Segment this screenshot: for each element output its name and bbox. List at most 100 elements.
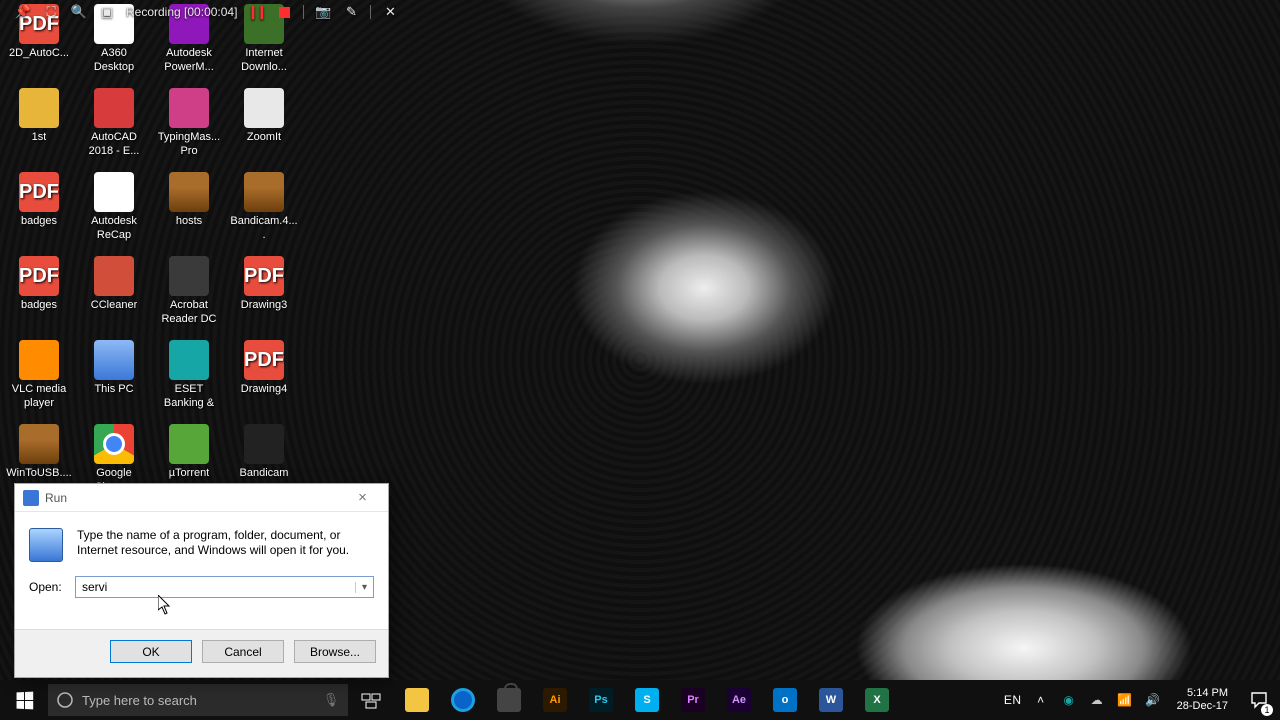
rar-icon [244, 172, 284, 212]
mic-icon[interactable]: 🎙 [314, 684, 348, 716]
skype-icon: S [635, 688, 659, 712]
app-icon [169, 256, 209, 296]
pin-icon[interactable]: 📌 [14, 3, 32, 21]
tray-overflow-icon[interactable]: ˄ [1029, 680, 1053, 720]
desktop-icon[interactable]: TypingMas... Pro [154, 84, 224, 168]
desktop-icon[interactable]: badges [4, 252, 74, 336]
folder-icon [405, 688, 429, 712]
recorder-toolbar: 📌 ⛶ 🔍 ▣ Recording [00:00:04] ❙❙ 📷 ✎ ✕ [14, 2, 399, 22]
desktop-icon-label: This PC [94, 382, 133, 396]
taskbar-skype[interactable]: S [624, 680, 670, 720]
desktop-icon-label: Drawing4 [241, 382, 287, 396]
premiere-icon: Pr [681, 688, 705, 712]
desktop-icon-label: ZoomIt [247, 130, 281, 144]
taskbar-premiere[interactable]: Pr [670, 680, 716, 720]
app-icon [244, 88, 284, 128]
pause-button[interactable]: ❙❙ [247, 3, 265, 21]
desktop-icon[interactable]: ZoomIt [229, 84, 299, 168]
app-icon [244, 424, 284, 464]
desktop-icon-label: µTorrent [169, 466, 210, 480]
desktop-icon-label: 1st [32, 130, 47, 144]
desktop-icon[interactable]: ESET Banking & Payment... [154, 336, 224, 420]
app-icon [169, 424, 209, 464]
desktop-icon[interactable]: Autodesk ReCap [79, 168, 149, 252]
taskbar-store[interactable] [486, 680, 532, 720]
onedrive-tray-icon[interactable]: ☁ [1085, 680, 1109, 720]
eset-tray-icon[interactable]: ◉ [1057, 680, 1081, 720]
system-tray: EN ˄ ◉ ☁ 📶 🔊 5:14 PM 28-Dec-17 1 [1001, 680, 1280, 720]
app-icon [169, 88, 209, 128]
open-input[interactable] [76, 580, 355, 594]
language-indicator[interactable]: EN [1001, 680, 1025, 720]
ok-button[interactable]: OK [110, 640, 192, 663]
desktop-icon-label: VLC media player [5, 382, 73, 410]
pdf-icon [19, 172, 59, 212]
desktop-icon[interactable]: VLC media player [4, 336, 74, 420]
taskbar-illustrator[interactable]: Ai [532, 680, 578, 720]
outlook-icon: o [773, 688, 797, 712]
open-combobox[interactable]: ▾ [75, 576, 374, 598]
divider [370, 5, 371, 19]
taskbar-photoshop[interactable]: Ps [578, 680, 624, 720]
close-button[interactable]: × [345, 484, 380, 511]
desktop-icon-label: Autodesk ReCap [80, 214, 148, 242]
search-icon[interactable]: 🔍 [70, 3, 88, 21]
desktop-icon[interactable]: badges [4, 168, 74, 252]
fullscreen-icon[interactable]: ⛶ [42, 3, 60, 21]
crop-icon[interactable]: ▣ [98, 3, 116, 21]
desktop-icon[interactable]: hosts [154, 168, 224, 252]
draw-icon[interactable]: ✎ [342, 3, 360, 21]
run-titlebar[interactable]: Run × [15, 484, 388, 512]
desktop-icon[interactable]: 1st [4, 84, 74, 168]
open-label: Open: [29, 580, 65, 594]
run-body-icon [29, 528, 63, 562]
cancel-button[interactable]: Cancel [202, 640, 284, 663]
desktop-icon-label: Internet Downlo... [230, 46, 298, 74]
desktop-icon-label: Acrobat Reader DC [155, 298, 223, 326]
taskbar-word[interactable]: W [808, 680, 854, 720]
taskbar-excel[interactable]: X [854, 680, 900, 720]
desktop-icon-label: Bandicam [240, 466, 289, 480]
taskbar-edge[interactable] [440, 680, 486, 720]
desktop-icon-label: CCleaner [91, 298, 137, 312]
app-icon [94, 172, 134, 212]
desktop-icon[interactable]: CCleaner [79, 252, 149, 336]
recorder-label: Recording [00:00:04] [126, 5, 237, 19]
run-icon [23, 490, 39, 506]
volume-tray-icon[interactable]: 🔊 [1141, 680, 1165, 720]
network-tray-icon[interactable]: 📶 [1113, 680, 1137, 720]
action-center-icon[interactable]: 1 [1240, 680, 1278, 720]
desktop-icon-label: WinToUSB.... [6, 466, 71, 480]
divider [303, 5, 304, 19]
rar-icon [169, 172, 209, 212]
desktop-icon-label: A360 Desktop [80, 46, 148, 74]
taskbar-task-view[interactable] [348, 680, 394, 720]
desktop-icon-label: Autodesk PowerM... [155, 46, 223, 74]
chevron-down-icon[interactable]: ▾ [355, 582, 373, 593]
desktop-icon[interactable]: This PC [79, 336, 149, 420]
pdf-icon [244, 256, 284, 296]
clock[interactable]: 5:14 PM 28-Dec-17 [1169, 687, 1236, 713]
browse-button[interactable]: Browse... [294, 640, 376, 663]
taskbar-file-explorer[interactable] [394, 680, 440, 720]
desktop-icon[interactable]: AutoCAD 2018 - E... [79, 84, 149, 168]
desktop-icon[interactable]: Drawing4 [229, 336, 299, 420]
rar-icon [19, 424, 59, 464]
close-recorder-icon[interactable]: ✕ [381, 3, 399, 21]
after-effects-icon: Ae [727, 688, 751, 712]
search-box[interactable]: Type here to search 🎙 [48, 684, 348, 716]
taskbar-outlook[interactable]: o [762, 680, 808, 720]
desktop-icon[interactable]: Drawing3 [229, 252, 299, 336]
stop-button[interactable] [275, 3, 293, 21]
desktop-icon[interactable]: Bandicam.4.... [229, 168, 299, 252]
run-description: Type the name of a program, folder, docu… [77, 528, 374, 562]
edge-icon [451, 688, 475, 712]
desktop-icon-label: 2D_AutoC... [9, 46, 69, 60]
desktop-icon[interactable]: Acrobat Reader DC [154, 252, 224, 336]
start-button[interactable] [0, 680, 48, 720]
task-view-icon [361, 690, 381, 710]
taskbar-after-effects[interactable]: Ae [716, 680, 762, 720]
store-icon [497, 688, 521, 712]
camera-icon[interactable]: 📷 [314, 3, 332, 21]
run-title: Run [45, 491, 345, 505]
